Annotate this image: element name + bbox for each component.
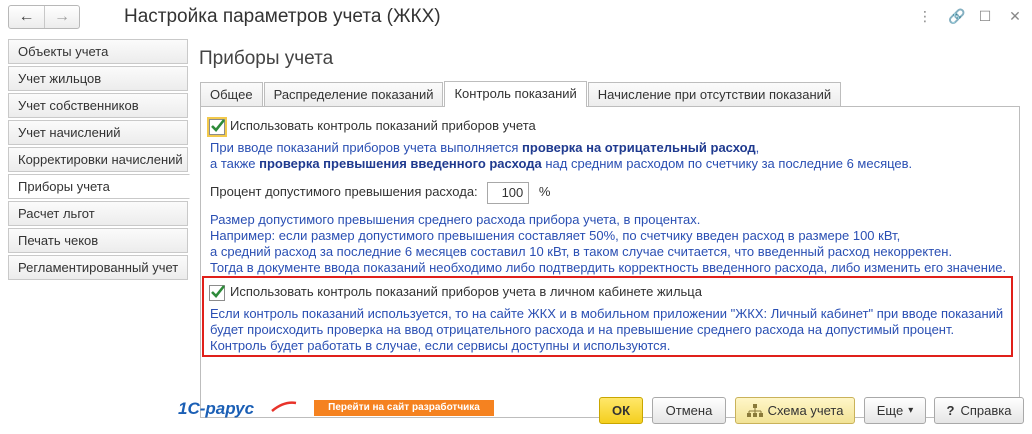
cabinet-desc-line: Контроль будет работать в случае, если с… — [210, 338, 671, 353]
help-icon: ? — [946, 403, 955, 418]
window-title: Настройка параметров учета (ЖКХ) — [124, 6, 441, 27]
desc-line: Размер допустимого превышения среднего р… — [210, 212, 701, 227]
cancel-button[interactable]: Отмена — [652, 397, 726, 424]
cabinet-desc-line: будет происходить проверка на ввод отриц… — [210, 322, 955, 337]
percent-input[interactable]: 100 — [487, 181, 530, 204]
rarus-logo: 1С-рарус — [176, 397, 298, 419]
sidebar-item-meters[interactable]: Приборы учета — [8, 174, 190, 199]
control-checkbox-row: Использовать контроль показаний приборов… — [207, 116, 536, 137]
title-bar: ← → Настройка параметров учета (ЖКХ) ⋮ 🔗… — [0, 0, 1032, 36]
tab-control[interactable]: Контроль показаний — [444, 81, 587, 107]
scheme-icon — [746, 403, 763, 418]
scheme-label: Схема учета — [767, 403, 844, 418]
scheme-button[interactable]: Схема учета — [735, 397, 855, 424]
tab-bar: Общее Распределение показаний Контроль п… — [200, 81, 842, 107]
sidebar-item-corrections[interactable]: Корректировки начислений — [8, 147, 188, 172]
logo-text: 1С-рарус — [178, 399, 255, 418]
sidebar-item-residents[interactable]: Учет жильцов — [8, 66, 188, 91]
percent-row: Процент допустимого превышения расхода: … — [210, 180, 550, 204]
window-tools: ⋮ 🔗 ☐ ✕ — [918, 8, 1022, 25]
ok-button[interactable]: ОК — [599, 397, 643, 424]
info-text: , — [755, 140, 760, 155]
info-bold-excess: проверка превышения введенного расхода — [259, 156, 542, 171]
cabinet-desc-line: Если контроль показаний используется, то… — [210, 306, 1004, 321]
link-icon[interactable]: 🔗 — [948, 8, 965, 25]
info-bold-negative: проверка на отрицательный расход — [522, 140, 756, 155]
more-label: Еще — [876, 403, 904, 418]
maximize-icon[interactable]: ☐ — [978, 8, 992, 25]
check-icon — [211, 118, 226, 132]
desc-line: Например: если размер допустимого превыш… — [210, 228, 901, 243]
cabinet-checkbox[interactable] — [209, 284, 226, 301]
sidebar-item-charges[interactable]: Учет начислений — [8, 120, 188, 145]
sidebar-item-benefits[interactable]: Расчет льгот — [8, 201, 188, 226]
page-title: Приборы учета — [199, 48, 334, 69]
more-actions-icon[interactable]: ⋮ — [918, 8, 932, 25]
more-button[interactable]: Еще ▾ — [864, 397, 926, 424]
cabinet-checkbox-row: Использовать контроль показаний приборов… — [209, 284, 702, 301]
info-text: а также — [210, 156, 260, 171]
info-text: над средним расходом по счетчику за посл… — [541, 156, 913, 171]
control-checkbox-label[interactable]: Использовать контроль показаний приборов… — [230, 118, 536, 133]
sidebar-item-objects[interactable]: Объекты учета — [8, 39, 188, 64]
desc-line: а средний расход за последние 6 месяцев … — [210, 244, 953, 259]
forward-icon[interactable]: → — [43, 6, 79, 28]
desc-line: Тогда в документе ввода показаний необхо… — [210, 260, 1007, 275]
info-text: При вводе показаний приборов учета выпол… — [210, 140, 523, 155]
control-info-line-2: а также проверка превышения введенного р… — [210, 156, 912, 172]
tab-no-readings[interactable]: Начисление при отсутствии показаний — [587, 82, 842, 107]
developer-site-link[interactable]: Перейти на сайт разработчика — [314, 400, 494, 416]
chevron-down-icon: ▾ — [908, 405, 914, 416]
sidebar-item-owners[interactable]: Учет собственников — [8, 93, 188, 118]
control-info-line-1: При вводе показаний приборов учета выпол… — [210, 140, 759, 156]
close-icon[interactable]: ✕ — [1008, 8, 1022, 25]
percent-label: Процент допустимого превышения расхода: — [210, 184, 478, 199]
cabinet-checkbox-label[interactable]: Использовать контроль показаний приборов… — [230, 284, 702, 299]
back-icon[interactable]: ← — [9, 6, 44, 28]
check-icon — [211, 284, 226, 298]
sidebar-item-receipts[interactable]: Печать чеков — [8, 228, 188, 253]
help-label: Справка — [960, 403, 1012, 418]
sidebar: Объекты учета Учет жильцов Учет собствен… — [8, 39, 190, 282]
sidebar-item-regulated[interactable]: Регламентированный учет — [8, 255, 188, 280]
percent-unit: % — [538, 184, 551, 199]
help-button[interactable]: ? Справка — [934, 397, 1024, 424]
control-checkbox[interactable] — [207, 116, 227, 137]
tab-general[interactable]: Общее — [200, 82, 263, 107]
nav-buttons: ← → — [8, 5, 80, 29]
tab-distribution[interactable]: Распределение показаний — [263, 82, 444, 107]
